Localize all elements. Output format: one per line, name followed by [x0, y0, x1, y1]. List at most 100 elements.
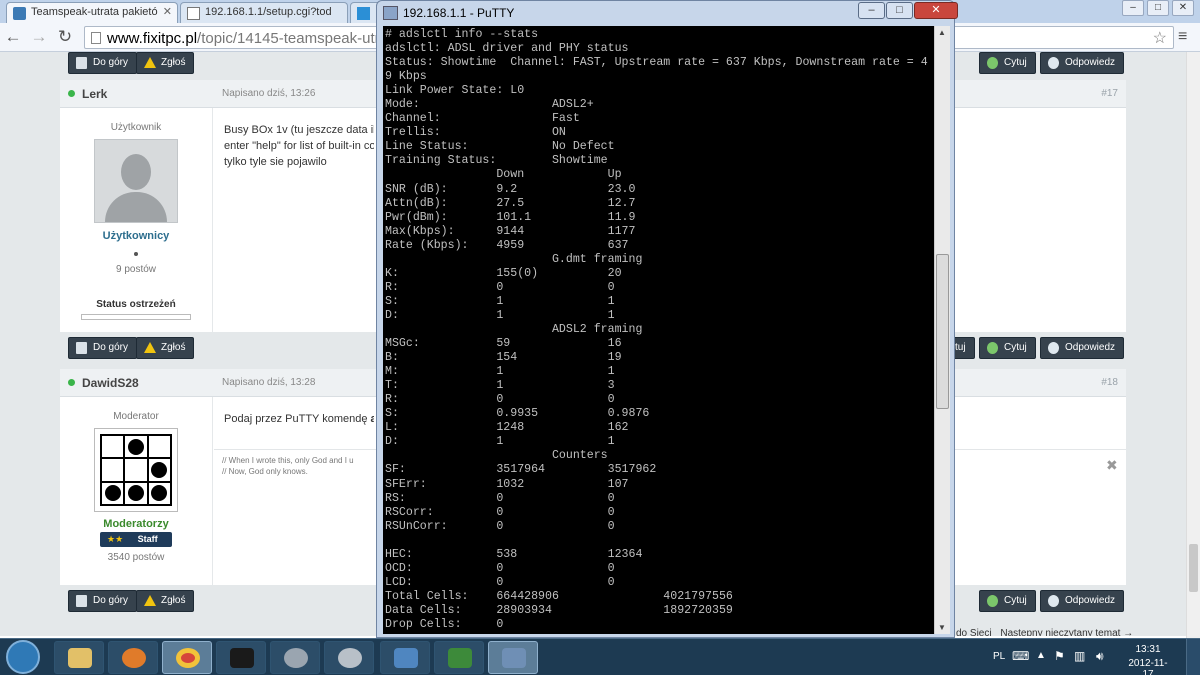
- avatar[interactable]: [94, 139, 178, 223]
- button-label: Cytuj: [1004, 57, 1027, 68]
- taskbar: PL ⌨ ▲ ⚑ ▥ 🔊︎ 13:31 2012-11-17: [0, 638, 1200, 675]
- quote-button[interactable]: Cytuj: [979, 52, 1036, 74]
- content-line: enter "help" for list of built-in co: [224, 140, 374, 152]
- terminal[interactable]: # adslctl info --stats adslctl: ADSL dri…: [383, 26, 934, 634]
- content-line: tylko tyle sie pojawilo: [224, 156, 327, 168]
- content-line: Busy BOx 1v (tu jeszcze data ib: [224, 124, 374, 136]
- monitor-taskbar-button[interactable]: [434, 641, 484, 674]
- putty-icon: [383, 6, 398, 20]
- post-number[interactable]: #18: [1101, 377, 1118, 388]
- close-icon[interactable]: ✖: [1106, 457, 1118, 474]
- putty-taskbar-button[interactable]: [488, 641, 538, 674]
- start-button-icon[interactable]: [6, 640, 40, 674]
- maximize-icon[interactable]: □: [886, 2, 913, 19]
- close-icon[interactable]: ✕: [163, 5, 172, 18]
- quote-icon: [987, 595, 998, 607]
- firefox-taskbar-button[interactable]: [108, 641, 158, 674]
- reply-button[interactable]: Odpowiedz: [1040, 52, 1125, 74]
- signature-line: // When I wrote this, only God and I u: [222, 456, 354, 465]
- disc-taskbar-button[interactable]: [324, 641, 374, 674]
- back-icon[interactable]: ←: [2, 27, 24, 47]
- reload-icon[interactable]: ↻: [54, 27, 76, 47]
- button-label: Cytuj: [1004, 595, 1027, 606]
- action-center-flag-icon[interactable]: ⚑: [1054, 649, 1065, 663]
- next-unread-topic-link[interactable]: Następny nieczytany temat →: [1000, 628, 1133, 636]
- author-info: Użytkownik Użytkownicy 9 postów Status o…: [60, 108, 213, 332]
- back-to-top-button[interactable]: Do góry: [68, 590, 138, 612]
- url-domain: www.fixitpc.pl: [107, 30, 198, 47]
- quote-icon: [987, 342, 998, 354]
- author-info: Moderator Moderatorzy ★★ Staff 3540 post…: [60, 397, 213, 585]
- button-label: Odpowiedz: [1065, 57, 1116, 68]
- page-icon: [187, 7, 200, 20]
- url-path: /topic/14145-teamspeak-utrata-: [197, 30, 406, 47]
- rank-pip-icon: [134, 252, 138, 256]
- back-to-top-button[interactable]: Do góry: [68, 337, 138, 359]
- staff-badge: ★★ Staff: [100, 532, 172, 547]
- explorer-taskbar-button[interactable]: [54, 641, 104, 674]
- menu-icon[interactable]: ≡: [1178, 28, 1187, 46]
- tab-forum[interactable]: Teamspeak-utrata pakietó ✕: [6, 2, 178, 23]
- quote-icon: [987, 57, 998, 69]
- tab-router-setup[interactable]: 192.168.1.1/setup.cgi?tod: [180, 2, 348, 23]
- reply-button[interactable]: Odpowiedz: [1040, 337, 1125, 359]
- show-desktop-button[interactable]: [1186, 639, 1200, 675]
- scroll-down-icon[interactable]: ▼: [938, 623, 946, 632]
- user-role: Moderator: [113, 411, 159, 422]
- quote-button[interactable]: Cytuj: [979, 337, 1036, 359]
- teamspeak-taskbar-button[interactable]: [270, 641, 320, 674]
- folder-icon: [68, 648, 92, 668]
- steam-taskbar-button[interactable]: [216, 641, 266, 674]
- post-date: Napisano dziś, 13:26: [222, 88, 316, 99]
- window-title: 192.168.1.1 - PuTTY: [403, 6, 515, 20]
- topic-navigation: do Sieci Następny nieczytany temat →: [956, 628, 1133, 636]
- steam-icon: [230, 648, 254, 668]
- volume-icon[interactable]: 🔊︎: [1096, 649, 1104, 664]
- warning-bar: [81, 314, 191, 320]
- button-label: Do góry: [93, 57, 129, 68]
- site-favicon-icon: [13, 7, 26, 20]
- network-taskbar-button[interactable]: [380, 641, 430, 674]
- disc-icon: [338, 648, 362, 668]
- terminal-scrollbar[interactable]: ▲ ▼: [934, 26, 950, 634]
- arrow-up-icon: [76, 57, 87, 69]
- arrow-up-icon: [76, 595, 87, 607]
- user-group: Użytkownicy: [102, 230, 170, 242]
- prev-topic-link[interactable]: do Sieci: [956, 628, 992, 636]
- scroll-up-icon[interactable]: ▲: [938, 28, 946, 37]
- post-content: Busy BOx 1v (tu jeszcze data ib enter "h…: [224, 122, 374, 170]
- bookmark-star-icon[interactable]: ☆: [1153, 28, 1167, 48]
- report-button[interactable]: Zgłoś: [136, 590, 195, 612]
- warning-status-label: Status ostrzeżeń: [96, 299, 176, 310]
- show-hidden-icons-icon[interactable]: ▲: [1036, 650, 1046, 661]
- network-status-icon[interactable]: ▥: [1074, 649, 1085, 663]
- close-icon[interactable]: ✕: [1172, 0, 1194, 16]
- content-text: Podaj przez PuTTY komendę: [224, 413, 371, 425]
- language-indicator[interactable]: PL: [993, 651, 1005, 662]
- page-scrollbar[interactable]: [1186, 52, 1200, 638]
- scroll-thumb[interactable]: [1189, 544, 1198, 592]
- chrome-taskbar-button[interactable]: [162, 641, 212, 674]
- clock[interactable]: 13:31 2012-11-17: [1124, 644, 1172, 675]
- page-icon: [91, 32, 101, 44]
- reply-icon: [1048, 57, 1059, 69]
- minimize-icon[interactable]: –: [1122, 0, 1144, 16]
- post-author[interactable]: DawidS28: [82, 376, 139, 390]
- button-label: Do góry: [93, 342, 129, 353]
- post-number[interactable]: #17: [1101, 88, 1118, 99]
- quote-button[interactable]: Cytuj: [979, 590, 1036, 612]
- maximize-icon[interactable]: □: [1147, 0, 1169, 16]
- user-role: Użytkownik: [110, 122, 162, 133]
- back-to-top-button[interactable]: Do góry: [68, 52, 138, 74]
- reply-icon: [1048, 342, 1059, 354]
- forward-icon[interactable]: →: [28, 27, 50, 47]
- post-author[interactable]: Lerk: [82, 87, 107, 101]
- report-button[interactable]: Zgłoś: [136, 52, 195, 74]
- reply-button[interactable]: Odpowiedz: [1040, 590, 1125, 612]
- scroll-thumb[interactable]: [936, 254, 949, 409]
- report-button[interactable]: Zgłoś: [136, 337, 195, 359]
- avatar[interactable]: [94, 428, 178, 512]
- close-icon[interactable]: ✕: [914, 2, 958, 19]
- keyboard-icon[interactable]: ⌨: [1012, 649, 1029, 663]
- minimize-icon[interactable]: –: [858, 2, 885, 19]
